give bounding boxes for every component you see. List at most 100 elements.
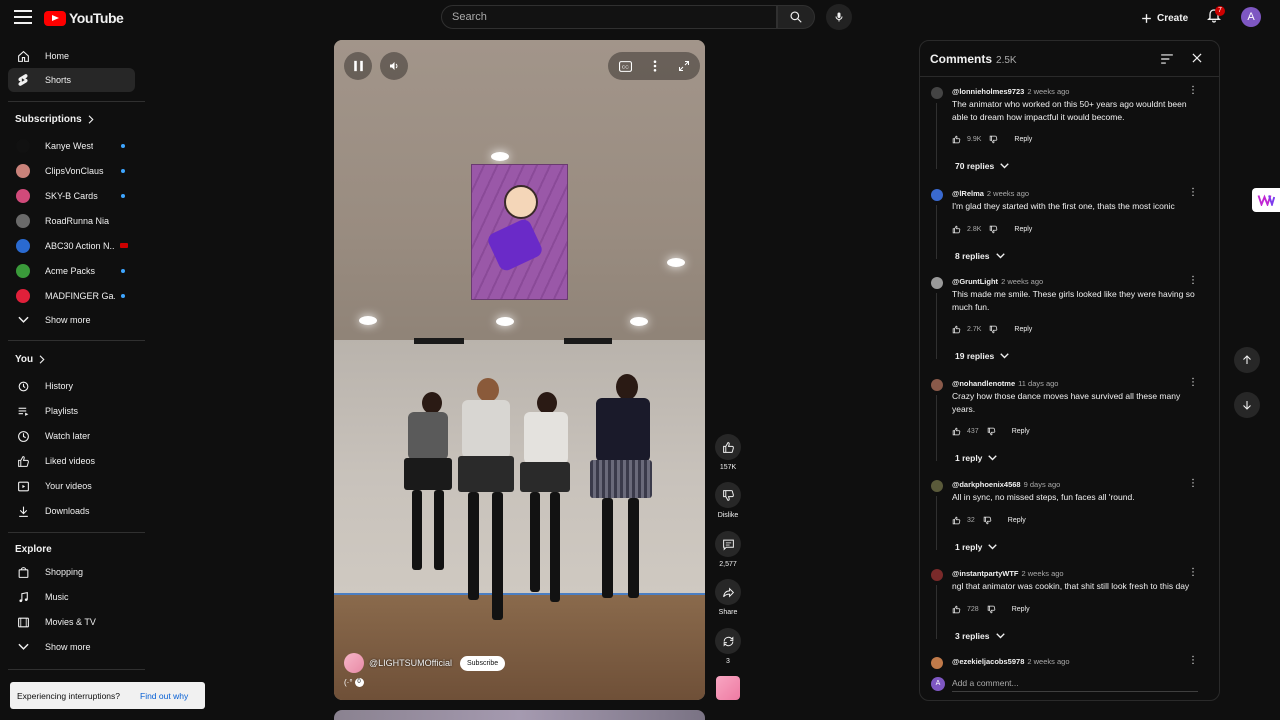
- sidebar-item-watch-later[interactable]: Watch later: [8, 424, 135, 448]
- comment-reply-button[interactable]: Reply: [1014, 326, 1032, 333]
- sidebar-item-shorts[interactable]: Shorts: [8, 68, 135, 92]
- commenter-avatar[interactable]: [931, 87, 943, 99]
- comment-dislike-button[interactable]: [989, 135, 998, 144]
- comment-username[interactable]: @GruntLight: [952, 277, 998, 286]
- search-button[interactable]: [777, 5, 815, 29]
- divider: [8, 532, 145, 533]
- next-short-button[interactable]: [1234, 392, 1260, 418]
- sidebar-subscription-item[interactable]: MADFINGER Ga...: [8, 284, 135, 308]
- comment-dislike-button[interactable]: [987, 605, 996, 614]
- close-icon[interactable]: [1190, 51, 1206, 67]
- comment-username[interactable]: @ezekieljacobs5978: [952, 657, 1024, 666]
- captions-icon[interactable]: CC: [618, 60, 632, 72]
- next-short-preview[interactable]: [334, 710, 705, 720]
- sidebar-subscription-item[interactable]: Acme Packs: [8, 259, 135, 283]
- commenter-avatar[interactable]: [931, 379, 943, 391]
- dislike-button[interactable]: [715, 482, 741, 508]
- remix-button[interactable]: [715, 628, 741, 654]
- comment-more-icon[interactable]: ⋮: [1188, 656, 1198, 669]
- show-more-explore[interactable]: Show more: [8, 635, 135, 659]
- comment-actions: 9.9K Reply: [952, 133, 1032, 145]
- comment-reply-button[interactable]: Reply: [1014, 226, 1032, 233]
- sidebar-item-your-videos[interactable]: Your videos: [8, 474, 135, 498]
- comment-time: 2 weeks ago: [1021, 569, 1064, 578]
- comment-like-button[interactable]: 32: [952, 516, 975, 525]
- commenter-avatar[interactable]: [931, 569, 943, 581]
- sidebar-item-playlists[interactable]: Playlists: [8, 399, 135, 423]
- live-icon: [120, 243, 128, 248]
- comment-username[interactable]: @darkphoenix4568: [952, 480, 1021, 489]
- sidebar-subscription-item[interactable]: ClipsVonClaus: [8, 159, 135, 183]
- sound-chip[interactable]: (·° 0: [344, 678, 364, 687]
- channel-avatar[interactable]: [344, 653, 364, 673]
- channel-name[interactable]: @LIGHTSUMOfficial: [369, 658, 452, 668]
- sidebar-item-shopping[interactable]: Shopping: [8, 560, 135, 584]
- share-button[interactable]: [715, 579, 741, 605]
- find-out-why-link[interactable]: Find out why: [140, 691, 188, 701]
- sidebar-subscription-item[interactable]: ABC30 Action N...: [8, 234, 135, 258]
- more-options-icon[interactable]: [653, 60, 657, 72]
- sound-thumbnail[interactable]: [716, 676, 740, 700]
- extension-icon[interactable]: [1252, 188, 1280, 212]
- sidebar-item-label: Home: [45, 51, 70, 61]
- commenter-avatar[interactable]: [931, 657, 943, 669]
- fullscreen-icon[interactable]: [678, 60, 690, 72]
- sidebar-subscription-item[interactable]: SKY-B Cards: [8, 184, 135, 208]
- view-replies-button[interactable]: 70 replies: [955, 161, 1009, 171]
- add-comment-input[interactable]: Add a comment...: [952, 676, 1198, 692]
- view-replies-button[interactable]: 1 reply: [955, 453, 998, 463]
- like-button[interactable]: [715, 434, 741, 460]
- show-more-subscriptions[interactable]: Show more: [8, 308, 135, 332]
- sort-icon[interactable]: [1160, 52, 1174, 66]
- comment-username[interactable]: @instantpartyWTF: [952, 569, 1018, 578]
- comment-username[interactable]: @lRelma: [952, 189, 984, 198]
- comment-reply-button[interactable]: Reply: [1012, 428, 1030, 435]
- youtube-logo[interactable]: YouTube: [44, 10, 124, 26]
- comments-button[interactable]: [715, 531, 741, 557]
- comment-dislike-button[interactable]: [987, 427, 996, 436]
- replies-count: 8 replies: [955, 251, 990, 261]
- commenter-avatar[interactable]: [931, 189, 943, 201]
- commenter-avatar[interactable]: [931, 277, 943, 289]
- volume-button[interactable]: [380, 52, 408, 80]
- previous-short-button[interactable]: [1234, 347, 1260, 373]
- view-replies-button[interactable]: 3 replies: [955, 631, 1005, 641]
- comment-like-button[interactable]: 2.8K: [952, 225, 981, 234]
- view-replies-button[interactable]: 1 reply: [955, 542, 998, 552]
- notifications-button[interactable]: 7: [1206, 6, 1226, 28]
- pause-button[interactable]: [344, 52, 372, 80]
- comment-dislike-button[interactable]: [989, 325, 998, 334]
- you-heading[interactable]: You: [15, 354, 45, 365]
- view-replies-button[interactable]: 8 replies: [955, 251, 1005, 261]
- comment-reply-button[interactable]: Reply: [1012, 606, 1030, 613]
- comment-like-button[interactable]: 437: [952, 427, 979, 436]
- comment-like-button[interactable]: 728: [952, 605, 979, 614]
- comment-dislike-button[interactable]: [989, 225, 998, 234]
- create-button[interactable]: Create: [1140, 7, 1188, 29]
- menu-icon[interactable]: [14, 10, 32, 24]
- sidebar-item-home[interactable]: Home: [8, 44, 135, 68]
- comment-username[interactable]: @nohandlenotme: [952, 379, 1015, 388]
- sidebar-item-liked-videos[interactable]: Liked videos: [8, 449, 135, 473]
- comment-like-button[interactable]: 2.7K: [952, 325, 981, 334]
- shorts-video-player[interactable]: CC @LIGHTSUMOfficial Subscribe (·° 0: [334, 40, 705, 700]
- sidebar-item-music[interactable]: Music: [8, 585, 135, 609]
- comment-reply-button[interactable]: Reply: [1014, 136, 1032, 143]
- comment-username[interactable]: @lonnieholmes9723: [952, 87, 1024, 96]
- comment-time: 2 weeks ago: [1027, 87, 1070, 96]
- sidebar-item-history[interactable]: History: [8, 374, 135, 398]
- comment-dislike-button[interactable]: [983, 516, 992, 525]
- voice-search-button[interactable]: [826, 4, 852, 30]
- search-input[interactable]: Search: [441, 5, 777, 29]
- sidebar-item-downloads[interactable]: Downloads: [8, 499, 135, 523]
- sidebar-item-movies-tv[interactable]: Movies & TV: [8, 610, 135, 634]
- sidebar-subscription-item[interactable]: RoadRunna Nia: [8, 209, 135, 233]
- commenter-avatar[interactable]: [931, 480, 943, 492]
- account-avatar[interactable]: A: [1241, 7, 1261, 27]
- subscribe-button[interactable]: Subscribe: [459, 655, 506, 671]
- comment-like-button[interactable]: 9.9K: [952, 135, 981, 144]
- comment-reply-button[interactable]: Reply: [1008, 517, 1026, 524]
- subscriptions-heading[interactable]: Subscriptions: [15, 114, 94, 125]
- sidebar-subscription-item[interactable]: Kanye West: [8, 134, 135, 158]
- view-replies-button[interactable]: 19 replies: [955, 351, 1009, 361]
